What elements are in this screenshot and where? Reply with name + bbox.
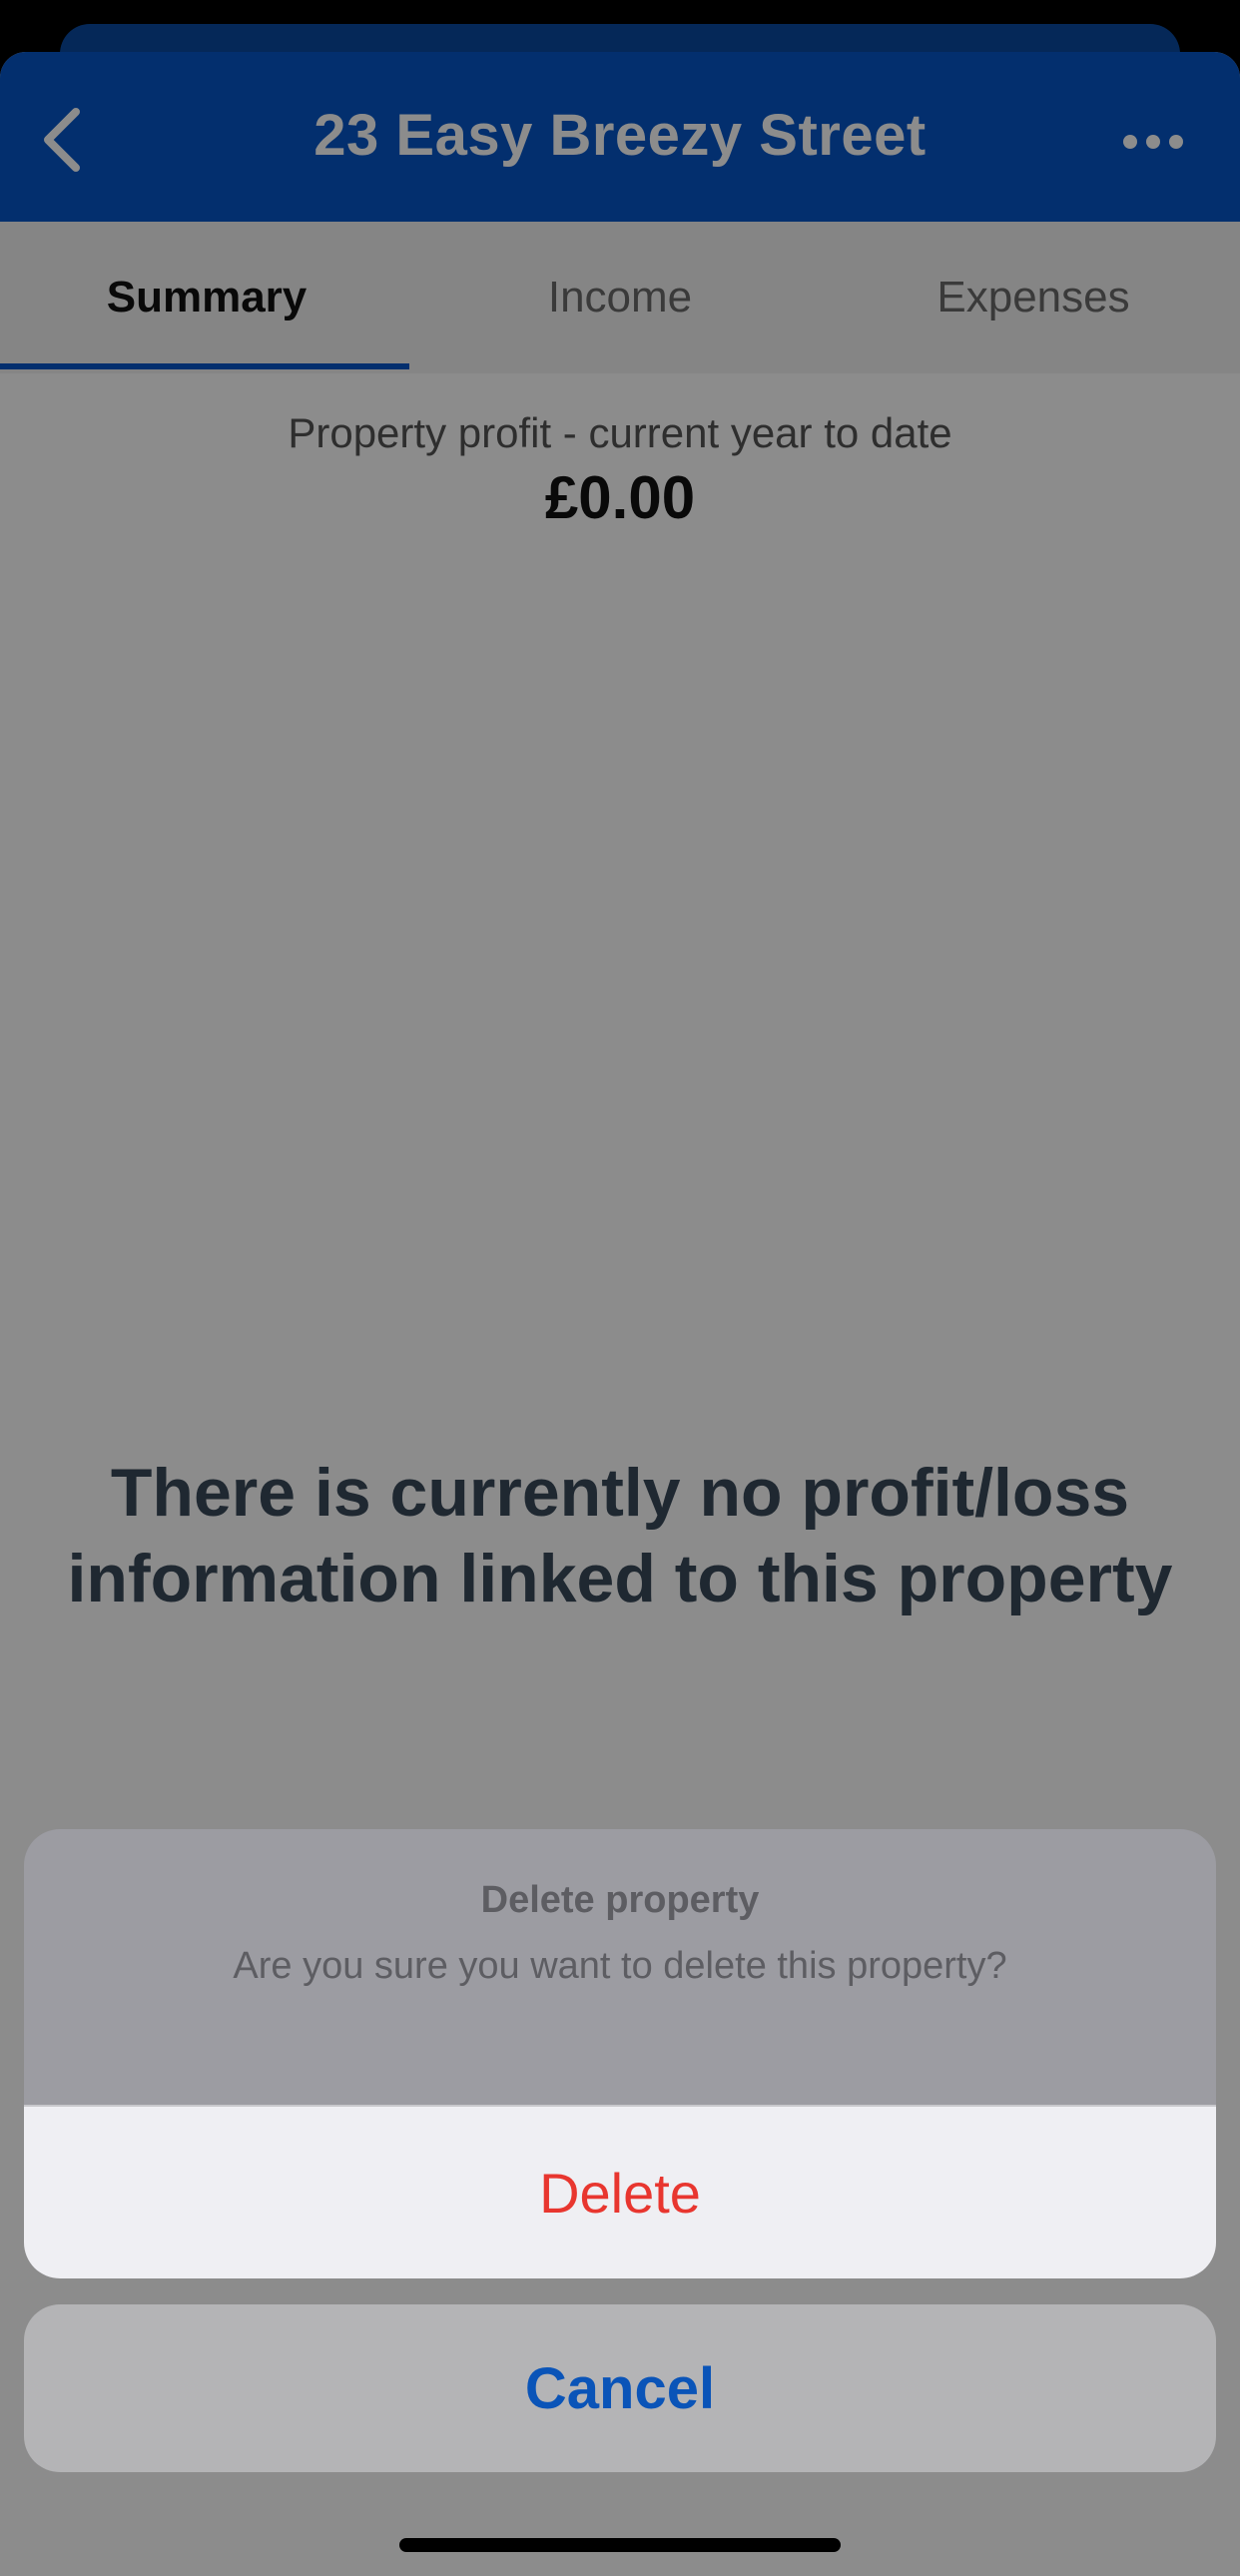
action-sheet-header: Delete property Are you sure you want to… [24, 1829, 1216, 2105]
action-sheet: Delete property Are you sure you want to… [24, 1829, 1216, 2278]
action-sheet-message: Are you sure you want to delete this pro… [233, 1945, 1007, 1987]
home-indicator [399, 2538, 841, 2552]
cancel-button[interactable]: Cancel [24, 2304, 1216, 2472]
screen: 23 Easy Breezy Street Summary Income Exp… [0, 0, 1240, 2576]
delete-button[interactable]: Delete [24, 2107, 1216, 2278]
action-sheet-title: Delete property [480, 1879, 760, 1921]
